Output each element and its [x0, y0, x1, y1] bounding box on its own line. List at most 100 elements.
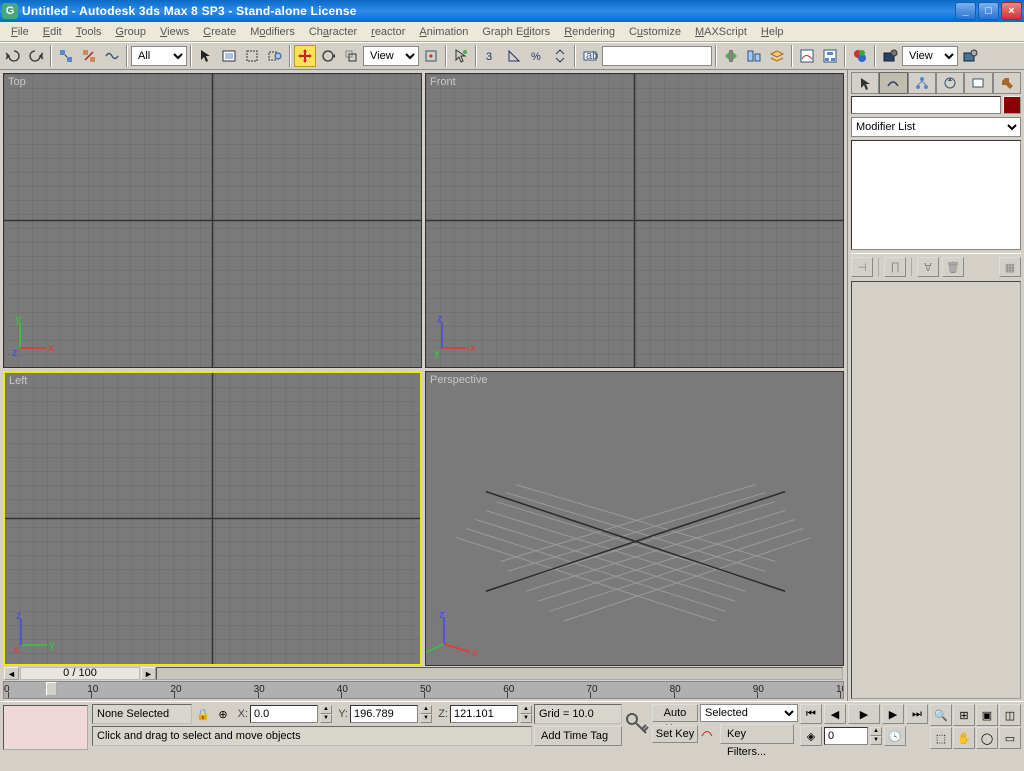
- make-unique-button[interactable]: ∀: [917, 257, 939, 277]
- curve-editor-button[interactable]: [796, 45, 818, 67]
- menu-customize[interactable]: Customize: [622, 24, 688, 40]
- pan-button[interactable]: ✋: [953, 727, 975, 749]
- angle-snap-button[interactable]: [503, 45, 525, 67]
- key-tangent-button[interactable]: [700, 725, 718, 743]
- percent-snap-button[interactable]: %: [526, 45, 548, 67]
- key-mode-dropdown[interactable]: Selected: [700, 704, 798, 722]
- material-editor-button[interactable]: [849, 45, 871, 67]
- select-and-move-button[interactable]: [294, 45, 316, 67]
- motion-tab[interactable]: [936, 72, 964, 94]
- viewport-top[interactable]: Top xyz: [3, 73, 422, 368]
- selection-lock-button[interactable]: 🔒: [194, 705, 212, 723]
- frame-spin-down[interactable]: ▼: [870, 736, 882, 745]
- bind-spacewarp-button[interactable]: [101, 45, 123, 67]
- display-tab[interactable]: [964, 72, 992, 94]
- show-end-result-button[interactable]: ∏: [884, 257, 906, 277]
- layer-manager-button[interactable]: [766, 45, 788, 67]
- min-max-toggle-button[interactable]: ▭: [999, 727, 1021, 749]
- y-spin-up[interactable]: ▲: [420, 705, 432, 714]
- x-coord-input[interactable]: [250, 705, 318, 723]
- undo-button[interactable]: [2, 45, 24, 67]
- menu-character[interactable]: Character: [302, 24, 364, 40]
- window-crossing-button[interactable]: [264, 45, 286, 67]
- select-region-rect-button[interactable]: [241, 45, 263, 67]
- select-by-name-button[interactable]: [218, 45, 240, 67]
- render-type-dropdown[interactable]: View: [902, 46, 958, 66]
- named-selection-edit-button[interactable]: ab: [579, 45, 601, 67]
- configure-sets-button[interactable]: ▦: [999, 257, 1021, 277]
- redo-button[interactable]: [25, 45, 47, 67]
- select-object-button[interactable]: [195, 45, 217, 67]
- render-scene-button[interactable]: [879, 45, 901, 67]
- y-coord-input[interactable]: [350, 705, 418, 723]
- z-spin-down[interactable]: ▼: [520, 714, 532, 723]
- current-frame-input[interactable]: [824, 727, 868, 745]
- z-coord-input[interactable]: [450, 705, 518, 723]
- zoom-region-button[interactable]: ⬚: [930, 727, 952, 749]
- time-ruler[interactable]: 0102030405060708090100: [3, 681, 844, 699]
- menu-edit[interactable]: Edit: [36, 24, 69, 40]
- arc-rotate-button[interactable]: ◯: [976, 727, 998, 749]
- menu-file[interactable]: File: [4, 24, 36, 40]
- minimize-button[interactable]: _: [955, 2, 976, 20]
- menu-tools[interactable]: Tools: [69, 24, 109, 40]
- snap-toggle-button[interactable]: 3: [480, 45, 502, 67]
- time-scrollbar[interactable]: [156, 667, 843, 680]
- x-spin-up[interactable]: ▲: [320, 705, 332, 714]
- time-slider-handle[interactable]: [46, 682, 57, 696]
- menu-help[interactable]: Help: [754, 24, 791, 40]
- next-frame-button[interactable]: ▶: [882, 704, 904, 724]
- y-spin-down[interactable]: ▼: [420, 714, 432, 723]
- pin-stack-button[interactable]: ⊣: [851, 257, 873, 277]
- transform-type-button[interactable]: ⊕: [214, 705, 232, 723]
- viewport-perspective[interactable]: Perspective xzy: [425, 371, 844, 666]
- selection-filter-dropdown[interactable]: All: [131, 46, 187, 66]
- add-time-tag-button[interactable]: Add Time Tag: [534, 726, 622, 746]
- goto-start-button[interactable]: ⏮: [800, 704, 822, 724]
- zoom-extents-all-button[interactable]: ◫: [999, 704, 1021, 726]
- prev-frame-button[interactable]: ◀: [824, 704, 846, 724]
- key-filters-button[interactable]: Key Filters...: [720, 724, 794, 744]
- viewport-left[interactable]: Left yzx: [3, 371, 422, 666]
- play-button[interactable]: ▶: [848, 704, 880, 724]
- menu-maxscript[interactable]: MAXScript: [688, 24, 754, 40]
- utilities-tab[interactable]: [993, 72, 1021, 94]
- time-config-button[interactable]: 🕓: [884, 726, 906, 746]
- x-spin-down[interactable]: ▼: [320, 714, 332, 723]
- track-bar[interactable]: [3, 705, 88, 750]
- goto-end-button[interactable]: ⏭: [906, 704, 928, 724]
- close-button[interactable]: ×: [1001, 2, 1022, 20]
- select-manipulate-button[interactable]: [450, 45, 472, 67]
- schematic-view-button[interactable]: [819, 45, 841, 67]
- select-and-scale-button[interactable]: [340, 45, 362, 67]
- ref-coord-dropdown[interactable]: View: [363, 46, 419, 66]
- menu-graph-editors[interactable]: Graph Editors: [475, 24, 557, 40]
- menu-group[interactable]: Group: [108, 24, 153, 40]
- key-mode-toggle-button[interactable]: ◈: [800, 726, 822, 746]
- named-selection-set-input[interactable]: [602, 46, 712, 66]
- quick-render-button[interactable]: [959, 45, 981, 67]
- frame-spin-up[interactable]: ▲: [870, 727, 882, 736]
- hierarchy-tab[interactable]: [908, 72, 936, 94]
- modifier-stack[interactable]: [851, 140, 1021, 250]
- create-tab[interactable]: [851, 72, 879, 94]
- modify-tab[interactable]: [879, 72, 907, 94]
- align-button[interactable]: [743, 45, 765, 67]
- scroll-left-button[interactable]: ◄: [4, 667, 19, 680]
- zoom-button[interactable]: 🔍: [930, 704, 952, 726]
- zoom-extents-button[interactable]: ▣: [976, 704, 998, 726]
- menu-modifiers[interactable]: Modifiers: [243, 24, 302, 40]
- use-pivot-center-button[interactable]: [420, 45, 442, 67]
- select-and-rotate-button[interactable]: [317, 45, 339, 67]
- modifier-list-dropdown[interactable]: Modifier List: [851, 117, 1021, 137]
- auto-key-button[interactable]: Auto Key: [652, 704, 698, 722]
- scroll-right-button[interactable]: ►: [141, 667, 156, 680]
- menu-reactor[interactable]: reactor: [364, 24, 412, 40]
- viewport-front[interactable]: Front xzy: [425, 73, 844, 368]
- maximize-button[interactable]: □: [978, 2, 999, 20]
- spinner-snap-button[interactable]: [549, 45, 571, 67]
- link-button[interactable]: [55, 45, 77, 67]
- menu-create[interactable]: Create: [196, 24, 243, 40]
- unlink-button[interactable]: [78, 45, 100, 67]
- menu-views[interactable]: Views: [153, 24, 196, 40]
